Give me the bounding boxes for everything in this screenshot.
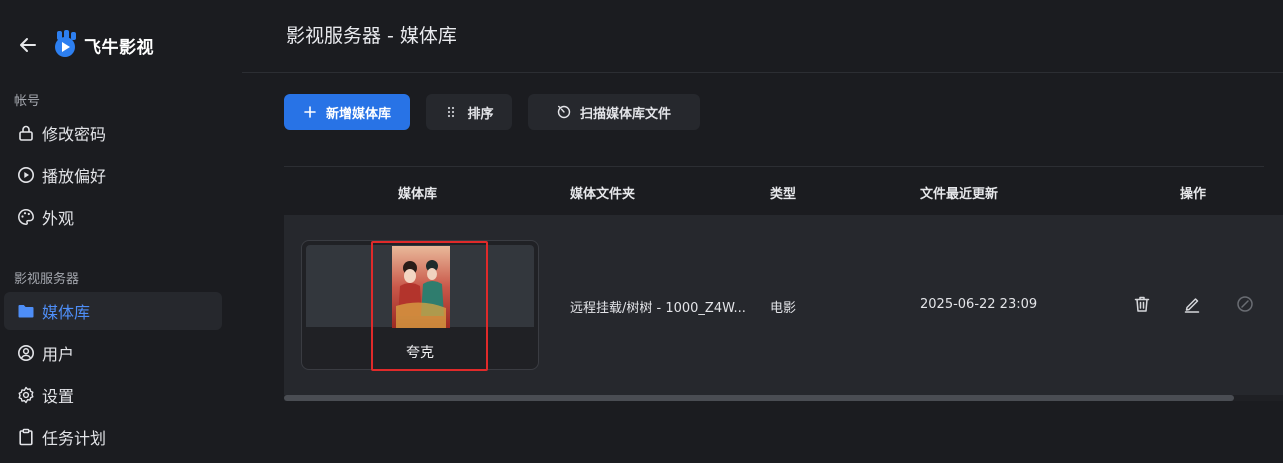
app-logo [54, 30, 80, 58]
sidebar-item-settings[interactable]: 设置 [4, 376, 222, 414]
table-row[interactable]: 夸克 远程挂载/树树 - 1000_Z4W... 电影 2025-06-22 2… [284, 215, 1283, 395]
trash-icon [1134, 296, 1150, 312]
folder-cell: 远程挂载/树树 - 1000_Z4W... [570, 301, 746, 316]
sidebar-item-label: 外观 [42, 209, 75, 228]
column-header-type: 类型 [770, 187, 797, 202]
table-top-divider [284, 166, 1264, 167]
scan-library-button[interactable]: 扫描媒体库文件 [528, 94, 700, 130]
sort-label: 排序 [467, 106, 494, 122]
folder-icon [16, 301, 36, 321]
sidebar-item-label: 任务计划 [42, 429, 107, 448]
edit-button[interactable] [1181, 293, 1203, 315]
add-library-button[interactable]: 新增媒体库 [284, 94, 410, 130]
page-title: 影视服务器 - 媒体库 [286, 25, 457, 47]
section-label-media-server: 影视服务器 [14, 272, 80, 287]
library-name: 夸克 [406, 345, 434, 361]
palette-icon [16, 207, 36, 227]
column-header-actions: 操作 [1180, 187, 1207, 202]
column-header-folder: 媒体文件夹 [570, 187, 636, 202]
plus-icon [303, 105, 317, 119]
sidebar-item-scheduled-tasks[interactable]: 任务计划 [4, 418, 222, 456]
lock-icon [16, 123, 36, 143]
clipboard-icon [16, 427, 36, 447]
sidebar-item-change-password[interactable]: 修改密码 [4, 114, 222, 152]
section-label-account: 帐号 [14, 94, 41, 109]
sidebar-item-appearance[interactable]: 外观 [4, 198, 222, 236]
sidebar: 飞牛影视 帐号 修改密码 播放偏好 外观 影视服务器 媒体库 用户 设置 任务计… [0, 0, 242, 463]
library-card[interactable]: 夸克 [301, 240, 539, 370]
column-header-library: 媒体库 [398, 187, 438, 202]
sidebar-item-media-library[interactable]: 媒体库 [4, 292, 222, 330]
sort-button[interactable]: 排序 [426, 94, 512, 130]
gear-icon [16, 385, 36, 405]
back-button[interactable] [16, 33, 40, 57]
sidebar-item-label: 播放偏好 [42, 167, 107, 186]
arrow-left-icon [20, 38, 36, 52]
column-header-updated: 文件最近更新 [920, 187, 999, 202]
disabled-circle-icon [1237, 296, 1253, 312]
scan-library-label: 扫描媒体库文件 [579, 106, 671, 122]
sidebar-item-label: 设置 [42, 387, 75, 406]
sidebar-item-label: 用户 [42, 345, 75, 364]
type-cell: 电影 [770, 301, 797, 316]
library-poster [392, 246, 450, 328]
sidebar-item-playback-preferences[interactable]: 播放偏好 [4, 156, 222, 194]
sidebar-item-users[interactable]: 用户 [4, 334, 222, 372]
play-circle-icon [16, 165, 36, 185]
pencil-icon [1184, 298, 1200, 313]
updated-cell: 2025-06-22 23:09 [920, 297, 1038, 312]
horizontal-scrollbar-thumb[interactable] [284, 395, 1234, 401]
add-library-label: 新增媒体库 [325, 106, 391, 122]
sidebar-item-label: 媒体库 [42, 303, 91, 322]
drag-handle-icon [444, 105, 458, 119]
header-divider [242, 72, 1283, 73]
main-content: 影视服务器 - 媒体库 新增媒体库 排序 扫描媒体库文件 媒体库 媒体文件夹 类… [242, 0, 1283, 463]
user-icon [16, 343, 36, 363]
scan-icon [557, 105, 571, 119]
sidebar-item-label: 修改密码 [42, 125, 107, 144]
more-action-button[interactable] [1234, 293, 1256, 315]
app-name: 飞牛影视 [84, 38, 154, 58]
delete-button[interactable] [1131, 293, 1153, 315]
